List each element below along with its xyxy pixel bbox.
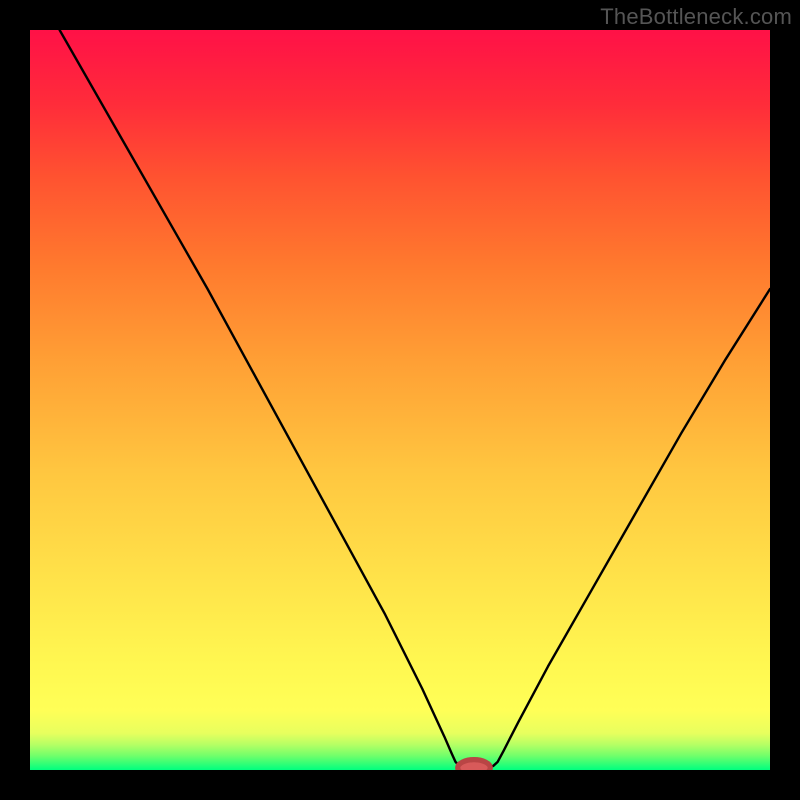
optimum-marker <box>458 760 491 770</box>
attribution-text: TheBottleneck.com <box>600 4 792 30</box>
chart-frame: TheBottleneck.com <box>0 0 800 800</box>
plot-area <box>30 30 770 770</box>
curve-svg <box>30 30 770 770</box>
bottleneck-curve <box>60 30 770 767</box>
